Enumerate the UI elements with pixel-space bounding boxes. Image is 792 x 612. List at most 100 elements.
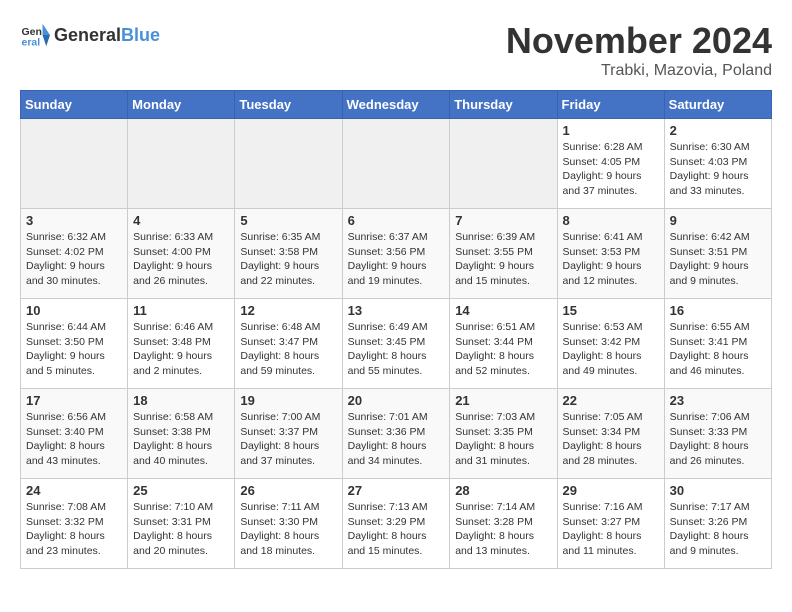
- day-info: Sunrise: 6:48 AMSunset: 3:47 PMDaylight:…: [240, 320, 336, 379]
- day-info: Sunrise: 7:03 AMSunset: 3:35 PMDaylight:…: [455, 410, 551, 469]
- day-number: 19: [240, 393, 336, 408]
- calendar-cell: 7 Sunrise: 6:39 AMSunset: 3:55 PMDaylight…: [450, 209, 557, 299]
- calendar-cell: 3 Sunrise: 6:32 AMSunset: 4:02 PMDaylight…: [21, 209, 128, 299]
- month-title: November 2024: [506, 20, 772, 62]
- day-number: 2: [670, 123, 766, 138]
- calendar-cell: [450, 119, 557, 209]
- day-info: Sunrise: 7:00 AMSunset: 3:37 PMDaylight:…: [240, 410, 336, 469]
- day-number: 7: [455, 213, 551, 228]
- day-info: Sunrise: 7:16 AMSunset: 3:27 PMDaylight:…: [563, 500, 659, 559]
- day-number: 1: [563, 123, 659, 138]
- calendar-cell: [128, 119, 235, 209]
- svg-text:eral: eral: [22, 37, 41, 49]
- logo: Gen eral General Blue: [20, 20, 160, 50]
- calendar-cell: 20 Sunrise: 7:01 AMSunset: 3:36 PMDayligh…: [342, 389, 450, 479]
- calendar-table: SundayMondayTuesdayWednesdayThursdayFrid…: [20, 90, 772, 569]
- calendar-cell: 22 Sunrise: 7:05 AMSunset: 3:34 PMDayligh…: [557, 389, 664, 479]
- logo-general: General: [54, 25, 121, 46]
- calendar-cell: 19 Sunrise: 7:00 AMSunset: 3:37 PMDayligh…: [235, 389, 342, 479]
- day-number: 23: [670, 393, 766, 408]
- calendar-cell: 5Sunrise: 6:35 AMSunset: 3:58 PMDaylight…: [235, 209, 342, 299]
- calendar-cell: 26 Sunrise: 7:11 AMSunset: 3:30 PMDayligh…: [235, 479, 342, 569]
- calendar-week-2: 3 Sunrise: 6:32 AMSunset: 4:02 PMDaylight…: [21, 209, 772, 299]
- day-info: Sunrise: 6:49 AMSunset: 3:45 PMDaylight:…: [348, 320, 445, 379]
- day-info: Sunrise: 6:44 AMSunset: 3:50 PMDaylight:…: [26, 320, 122, 379]
- day-info: Sunrise: 7:14 AMSunset: 3:28 PMDaylight:…: [455, 500, 551, 559]
- calendar-header-friday: Friday: [557, 91, 664, 119]
- calendar-cell: 6 Sunrise: 6:37 AMSunset: 3:56 PMDaylight…: [342, 209, 450, 299]
- day-number: 24: [26, 483, 122, 498]
- calendar-header-tuesday: Tuesday: [235, 91, 342, 119]
- day-info: Sunrise: 6:37 AMSunset: 3:56 PMDaylight:…: [348, 230, 445, 289]
- calendar-cell: 14Sunrise: 6:51 AMSunset: 3:44 PMDayligh…: [450, 299, 557, 389]
- day-info: Sunrise: 6:39 AMSunset: 3:55 PMDaylight:…: [455, 230, 551, 289]
- calendar-cell: 8 Sunrise: 6:41 AMSunset: 3:53 PMDaylight…: [557, 209, 664, 299]
- day-info: Sunrise: 7:01 AMSunset: 3:36 PMDaylight:…: [348, 410, 445, 469]
- day-number: 21: [455, 393, 551, 408]
- logo-blue: Blue: [121, 25, 160, 46]
- day-number: 28: [455, 483, 551, 498]
- calendar-cell: [21, 119, 128, 209]
- day-number: 20: [348, 393, 445, 408]
- day-number: 17: [26, 393, 122, 408]
- day-info: Sunrise: 6:58 AMSunset: 3:38 PMDaylight:…: [133, 410, 229, 469]
- day-info: Sunrise: 6:55 AMSunset: 3:41 PMDaylight:…: [670, 320, 766, 379]
- day-number: 29: [563, 483, 659, 498]
- calendar-cell: 2 Sunrise: 6:30 AMSunset: 4:03 PMDaylight…: [664, 119, 771, 209]
- calendar-cell: 9 Sunrise: 6:42 AMSunset: 3:51 PMDaylight…: [664, 209, 771, 299]
- calendar-cell: 30Sunrise: 7:17 AMSunset: 3:26 PMDayligh…: [664, 479, 771, 569]
- calendar-cell: 10 Sunrise: 6:44 AMSunset: 3:50 PMDayligh…: [21, 299, 128, 389]
- calendar-cell: 18Sunrise: 6:58 AMSunset: 3:38 PMDayligh…: [128, 389, 235, 479]
- calendar-cell: 11Sunrise: 6:46 AMSunset: 3:48 PMDayligh…: [128, 299, 235, 389]
- calendar-cell: 23 Sunrise: 7:06 AMSunset: 3:33 PMDayligh…: [664, 389, 771, 479]
- day-info: Sunrise: 7:05 AMSunset: 3:34 PMDaylight:…: [563, 410, 659, 469]
- day-number: 6: [348, 213, 445, 228]
- day-number: 22: [563, 393, 659, 408]
- day-info: Sunrise: 7:11 AMSunset: 3:30 PMDaylight:…: [240, 500, 336, 559]
- calendar-cell: 13 Sunrise: 6:49 AMSunset: 3:45 PMDayligh…: [342, 299, 450, 389]
- calendar-header-row: SundayMondayTuesdayWednesdayThursdayFrid…: [21, 91, 772, 119]
- day-number: 14: [455, 303, 551, 318]
- calendar-header-thursday: Thursday: [450, 91, 557, 119]
- calendar-cell: 27Sunrise: 7:13 AMSunset: 3:29 PMDayligh…: [342, 479, 450, 569]
- day-info: Sunrise: 6:32 AMSunset: 4:02 PMDaylight:…: [26, 230, 122, 289]
- day-number: 15: [563, 303, 659, 318]
- calendar-header-saturday: Saturday: [664, 91, 771, 119]
- calendar-cell: [342, 119, 450, 209]
- day-info: Sunrise: 7:08 AMSunset: 3:32 PMDaylight:…: [26, 500, 122, 559]
- day-number: 3: [26, 213, 122, 228]
- day-number: 8: [563, 213, 659, 228]
- day-number: 11: [133, 303, 229, 318]
- page-header: Gen eral General Blue November 2024 Trab…: [20, 20, 772, 80]
- calendar-cell: 15 Sunrise: 6:53 AMSunset: 3:42 PMDayligh…: [557, 299, 664, 389]
- day-number: 10: [26, 303, 122, 318]
- calendar-cell: 21 Sunrise: 7:03 AMSunset: 3:35 PMDayligh…: [450, 389, 557, 479]
- location: Trabki, Mazovia, Poland: [506, 62, 772, 80]
- day-info: Sunrise: 6:42 AMSunset: 3:51 PMDaylight:…: [670, 230, 766, 289]
- calendar-cell: 25Sunrise: 7:10 AMSunset: 3:31 PMDayligh…: [128, 479, 235, 569]
- day-number: 4: [133, 213, 229, 228]
- title-block: November 2024 Trabki, Mazovia, Poland: [506, 20, 772, 80]
- day-info: Sunrise: 6:30 AMSunset: 4:03 PMDaylight:…: [670, 140, 766, 199]
- calendar-cell: [235, 119, 342, 209]
- day-info: Sunrise: 7:13 AMSunset: 3:29 PMDaylight:…: [348, 500, 445, 559]
- calendar-cell: 16Sunrise: 6:55 AMSunset: 3:41 PMDayligh…: [664, 299, 771, 389]
- calendar-cell: 4 Sunrise: 6:33 AMSunset: 4:00 PMDaylight…: [128, 209, 235, 299]
- day-info: Sunrise: 6:41 AMSunset: 3:53 PMDaylight:…: [563, 230, 659, 289]
- day-number: 30: [670, 483, 766, 498]
- day-number: 12: [240, 303, 336, 318]
- day-info: Sunrise: 6:33 AMSunset: 4:00 PMDaylight:…: [133, 230, 229, 289]
- day-number: 13: [348, 303, 445, 318]
- calendar-week-3: 10 Sunrise: 6:44 AMSunset: 3:50 PMDayligh…: [21, 299, 772, 389]
- day-number: 5: [240, 213, 336, 228]
- day-number: 9: [670, 213, 766, 228]
- day-info: Sunrise: 6:28 AMSunset: 4:05 PMDaylight:…: [563, 140, 659, 199]
- day-info: Sunrise: 7:06 AMSunset: 3:33 PMDaylight:…: [670, 410, 766, 469]
- logo-icon: Gen eral: [20, 20, 50, 50]
- calendar-week-5: 24 Sunrise: 7:08 AMSunset: 3:32 PMDayligh…: [21, 479, 772, 569]
- day-number: 26: [240, 483, 336, 498]
- calendar-cell: 17Sunrise: 6:56 AMSunset: 3:40 PMDayligh…: [21, 389, 128, 479]
- calendar-header-wednesday: Wednesday: [342, 91, 450, 119]
- calendar-header-monday: Monday: [128, 91, 235, 119]
- day-info: Sunrise: 6:53 AMSunset: 3:42 PMDaylight:…: [563, 320, 659, 379]
